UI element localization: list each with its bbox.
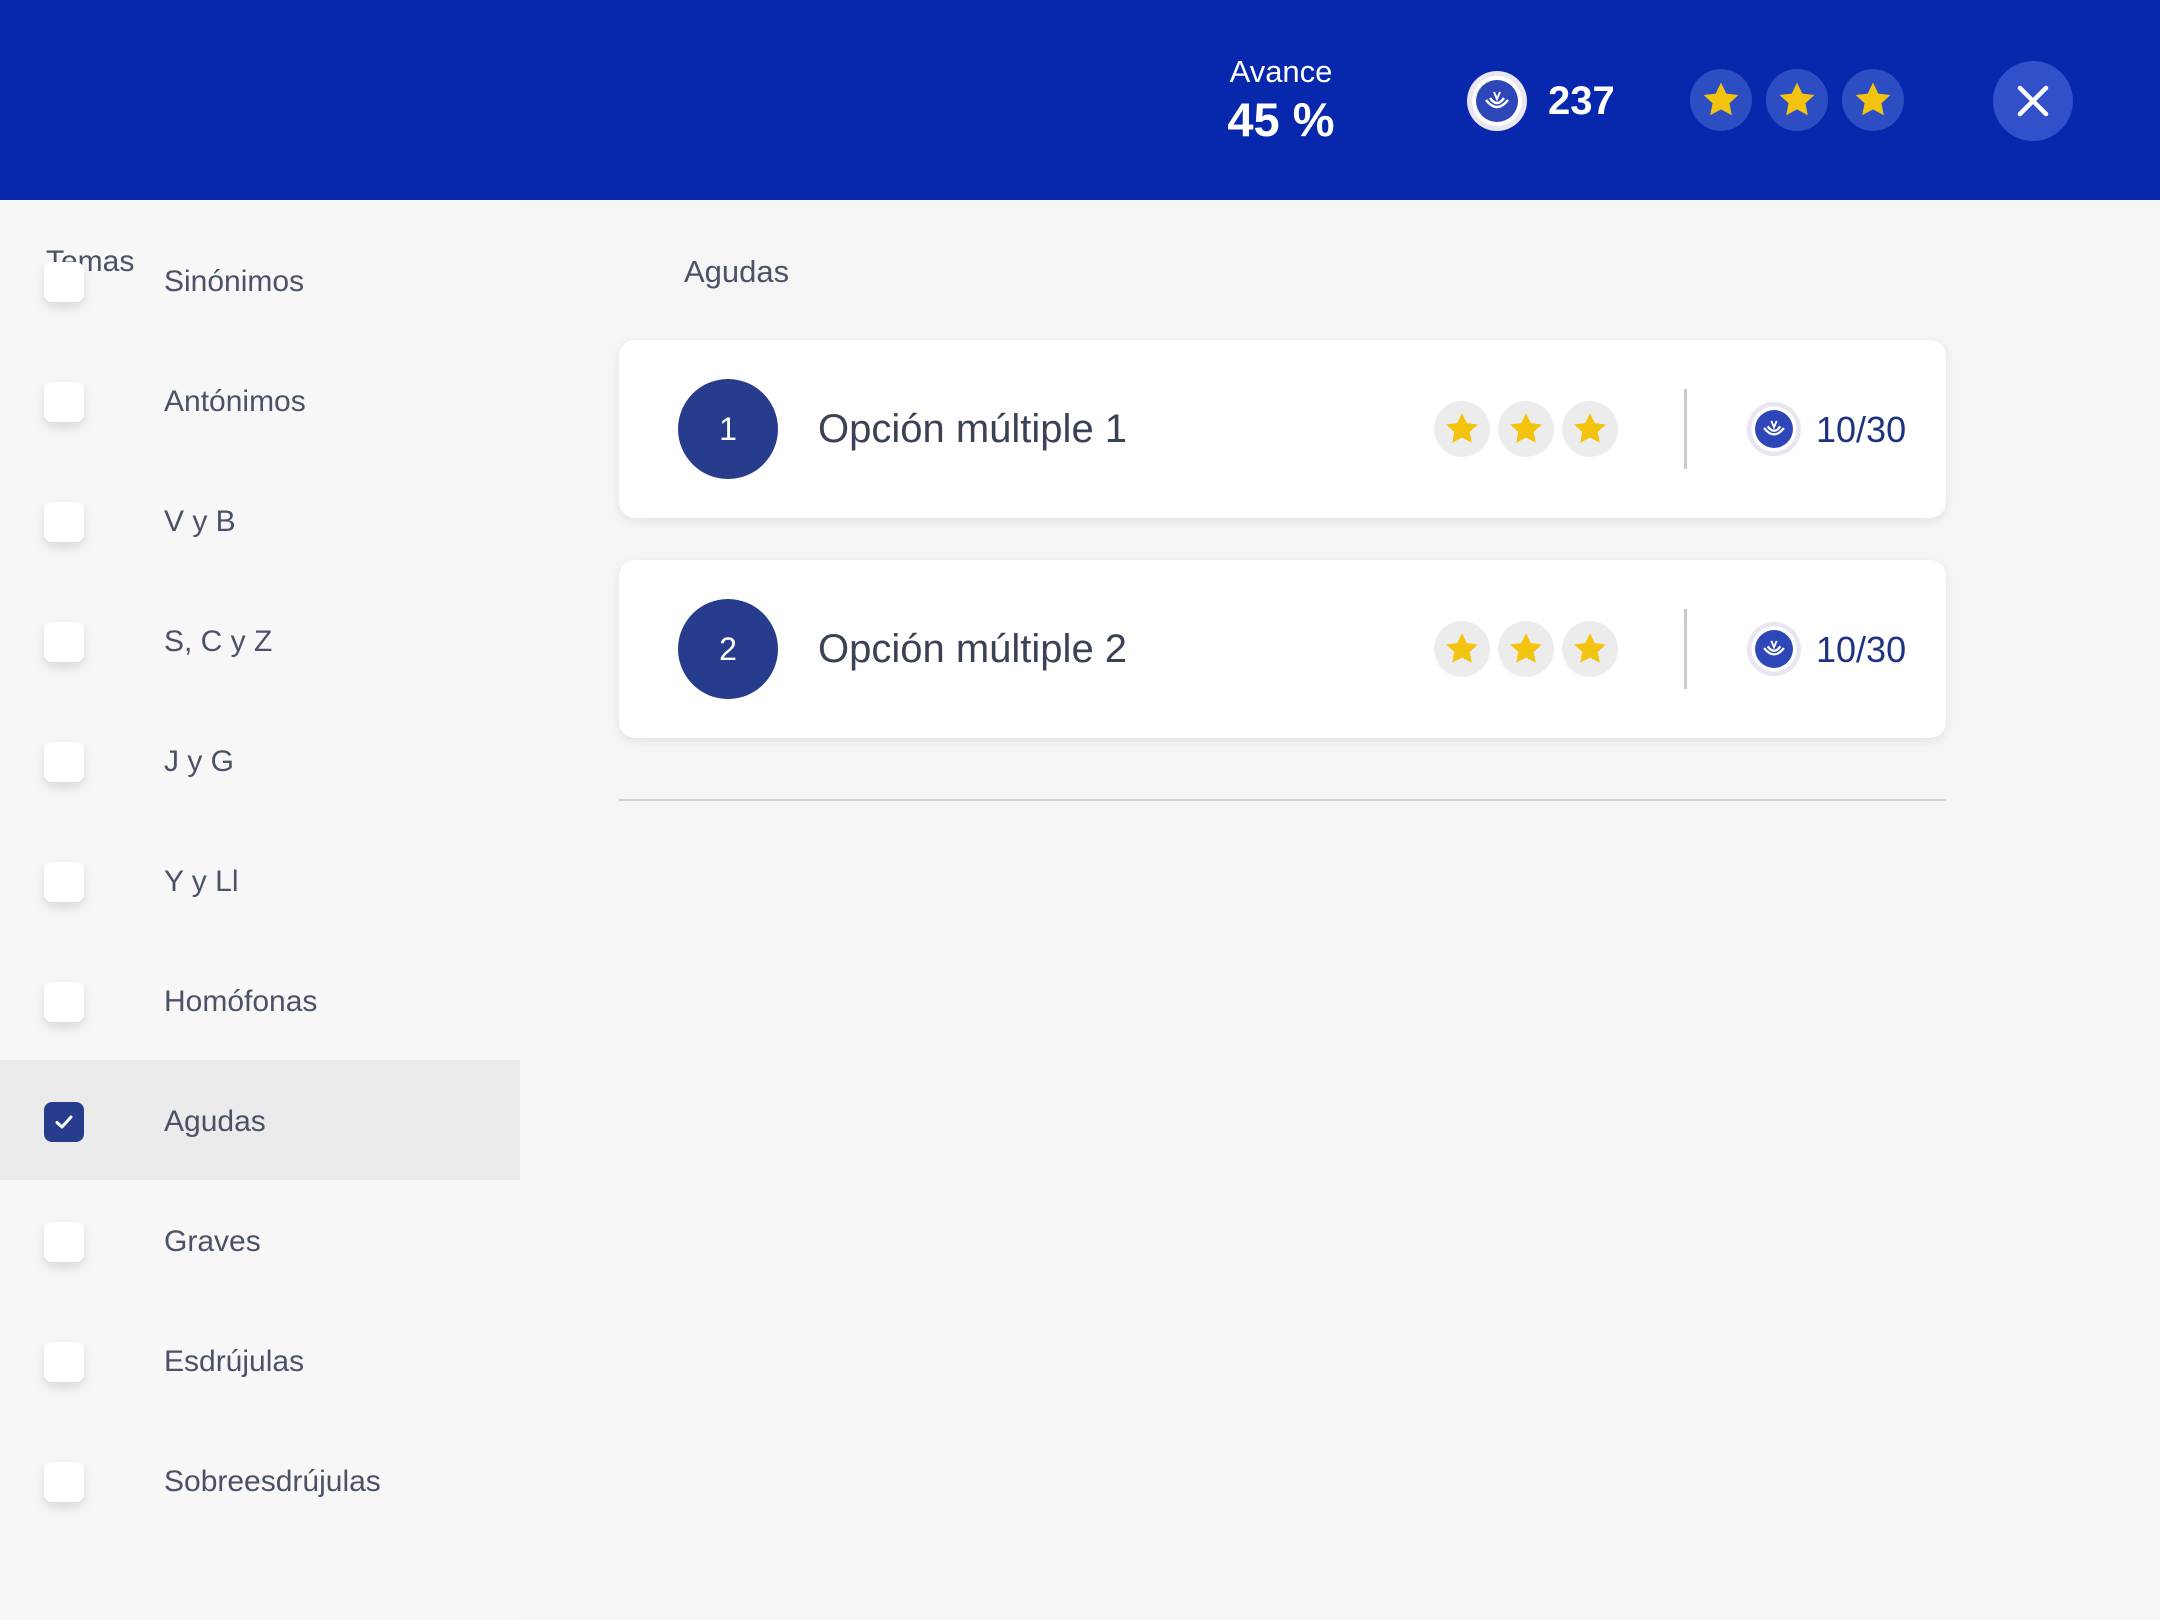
topic-checkbox[interactable]: [44, 862, 84, 902]
star-icon: [1562, 621, 1618, 677]
topic-checkbox[interactable]: [44, 622, 84, 662]
topic-label: J y G: [164, 745, 235, 778]
close-button[interactable]: [1993, 61, 2073, 141]
topic-item[interactable]: V y B: [0, 460, 520, 580]
coin-icon: [1466, 70, 1528, 132]
checkmark-icon: [55, 1115, 73, 1129]
activity-score: 10/30: [1816, 409, 1907, 450]
star-icon: [1842, 69, 1904, 131]
topic-checkbox[interactable]: [44, 382, 84, 422]
topic-checkbox[interactable]: [44, 1462, 84, 1502]
top-bar: Avance 45 % 237: [0, 0, 2160, 200]
activity-title: Opción múltiple 2: [818, 627, 1128, 671]
close-icon: [2017, 85, 2049, 117]
activity-number: 1: [678, 379, 778, 479]
topic-label: Antónimos: [164, 385, 306, 418]
coin-count: 237: [1548, 79, 1615, 123]
topic-item[interactable]: Antónimos: [0, 340, 520, 460]
topic-checkbox[interactable]: [44, 1342, 84, 1382]
progress-indicator: Avance 45 %: [1181, 52, 1381, 148]
coin-icon: [1746, 621, 1802, 677]
topic-label: S, C y Z: [164, 625, 273, 658]
topic-label: Esdrújulas: [164, 1345, 305, 1378]
progress-label: Avance: [1229, 54, 1333, 89]
topic-checkbox[interactable]: [44, 262, 84, 302]
topics-sidebar: Temas Sinónimos Antónimos V y B S, C y Z…: [0, 200, 520, 1620]
topic-label: Graves: [164, 1225, 261, 1258]
topic-label: Homófonas: [164, 985, 318, 1018]
activity-score: 10/30: [1816, 629, 1907, 670]
list-divider: [619, 799, 1946, 801]
topic-checkbox[interactable]: [44, 1222, 84, 1262]
card-divider: [1684, 389, 1687, 469]
topic-label: Y y Ll: [164, 865, 239, 898]
topic-item[interactable]: Y y Ll: [0, 820, 520, 940]
star-icon: [1434, 621, 1490, 677]
topic-item[interactable]: Sinónimos: [0, 220, 520, 340]
activity-title: Opción múltiple 1: [818, 407, 1128, 451]
activity-card[interactable]: 2 Opción múltiple 2 10/30: [619, 560, 1946, 738]
star-icon: [1498, 621, 1554, 677]
topic-label: Agudas: [164, 1105, 266, 1138]
section-title: Agudas: [684, 254, 790, 289]
star-icon: [1562, 401, 1618, 457]
topic-item-selected[interactable]: Agudas: [0, 1060, 520, 1180]
topic-label: Sobreesdrújulas: [164, 1465, 381, 1498]
topic-item[interactable]: J y G: [0, 700, 520, 820]
topic-checkbox[interactable]: [44, 982, 84, 1022]
activity-number: 2: [678, 599, 778, 699]
topic-checkbox[interactable]: [44, 742, 84, 782]
card-divider: [1684, 609, 1687, 689]
topic-checkbox[interactable]: [44, 502, 84, 542]
activity-card[interactable]: 1 Opción múltiple 1 10/30: [619, 340, 1946, 518]
topic-item[interactable]: Esdrújulas: [0, 1300, 520, 1420]
coin-icon: [1746, 401, 1802, 457]
topic-checkbox-checked[interactable]: [44, 1102, 84, 1142]
topic-label: V y B: [164, 505, 236, 538]
topic-label: Sinónimos: [164, 265, 305, 298]
topic-item[interactable]: Homófonas: [0, 940, 520, 1060]
star-icon: [1690, 69, 1752, 131]
topic-item[interactable]: Sobreesdrújulas: [0, 1420, 520, 1540]
topic-item[interactable]: Graves: [0, 1180, 520, 1300]
star-icon: [1498, 401, 1554, 457]
progress-value: 45 %: [1227, 93, 1335, 146]
topic-item[interactable]: S, C y Z: [0, 580, 520, 700]
star-icon: [1766, 69, 1828, 131]
star-icon: [1434, 401, 1490, 457]
